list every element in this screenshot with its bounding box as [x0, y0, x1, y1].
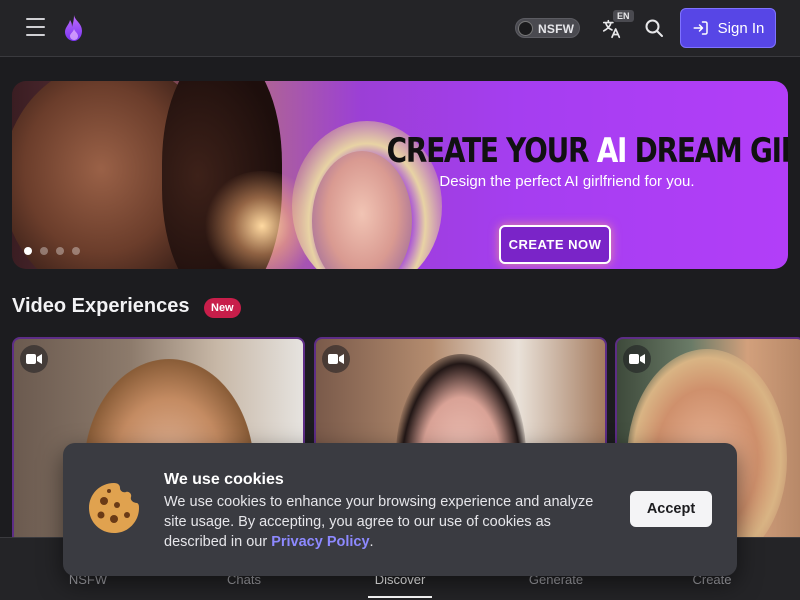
cookie-title: We use cookies [164, 471, 284, 488]
sign-in-label: Sign In [717, 19, 765, 37]
video-camera-icon [322, 345, 350, 373]
video-camera-icon [623, 345, 651, 373]
hamburger-icon[interactable] [26, 18, 46, 38]
nsfw-toggle-label: NSFW [538, 22, 575, 36]
accept-button[interactable]: Accept [630, 491, 712, 527]
banner-title: CREATE YOUR AI DREAM GIRL [386, 131, 788, 171]
cookie-text-end: . [369, 534, 374, 550]
cookie-icon [87, 481, 141, 535]
carousel-dot[interactable] [72, 247, 80, 255]
active-nav-indicator [368, 596, 432, 598]
create-now-button[interactable]: CREATE NOW [499, 225, 611, 264]
language-badge: EN [613, 10, 634, 22]
privacy-policy-link[interactable]: Privacy Policy [271, 534, 369, 550]
new-badge: New [204, 298, 241, 318]
banner-title-prefix: CREATE YOUR [386, 131, 597, 171]
nsfw-toggle[interactable]: NSFW [515, 18, 580, 38]
cookie-consent-banner: We use cookies We use cookies to enhance… [63, 443, 737, 576]
top-header: NSFW EN Sign In [0, 0, 800, 57]
promo-banner[interactable]: CREATE YOUR AI DREAM GIRL Design the per… [12, 81, 788, 269]
cookie-text: We use cookies to enhance your browsing … [164, 492, 614, 552]
sign-in-icon [693, 21, 708, 35]
banner-subtitle: Design the perfect AI girlfriend for you… [439, 173, 695, 190]
toggle-knob [518, 21, 533, 36]
banner-title-suffix: DREAM GIRL [634, 131, 788, 171]
cookie-body: We use cookies to enhance your browsing … [164, 494, 594, 550]
carousel-dots [24, 247, 80, 255]
flame-logo-icon[interactable] [62, 14, 86, 42]
banner-title-highlight: AI [596, 131, 628, 171]
carousel-dot[interactable] [24, 247, 32, 255]
carousel-dot[interactable] [56, 247, 64, 255]
carousel-dot[interactable] [40, 247, 48, 255]
section-title: Video Experiences [12, 295, 190, 317]
video-camera-icon [20, 345, 48, 373]
search-icon[interactable] [642, 16, 666, 40]
sign-in-button[interactable]: Sign In [680, 8, 776, 48]
